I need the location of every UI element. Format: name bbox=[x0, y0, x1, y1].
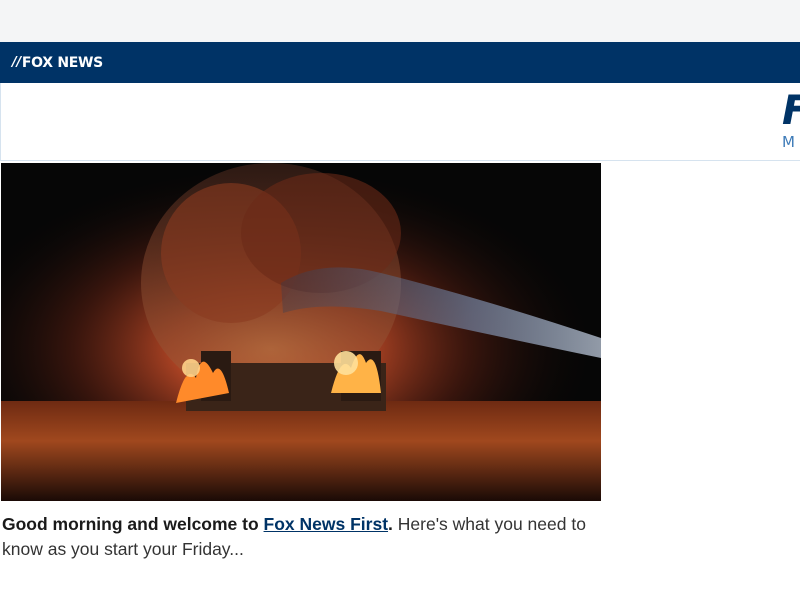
brand-bar: // FOX NEWS bbox=[0, 42, 800, 83]
logo-text: FOX NEWS bbox=[21, 54, 103, 71]
newsletter-header: F M bbox=[0, 83, 800, 161]
logo-mark-icon: // bbox=[12, 55, 21, 70]
intro-greeting: Good morning and welcome to bbox=[2, 514, 264, 534]
hero-image bbox=[1, 163, 601, 501]
fox-news-first-link[interactable]: Fox News First bbox=[264, 514, 388, 534]
newsletter-subtitle: M bbox=[782, 133, 795, 151]
fox-news-logo[interactable]: // FOX NEWS bbox=[12, 55, 103, 71]
intro-paragraph: Good morning and welcome to Fox News Fir… bbox=[2, 512, 602, 562]
boat-fire-photo-icon bbox=[1, 163, 601, 501]
browser-top-gap bbox=[0, 0, 800, 42]
newsletter-title: F bbox=[782, 89, 800, 133]
